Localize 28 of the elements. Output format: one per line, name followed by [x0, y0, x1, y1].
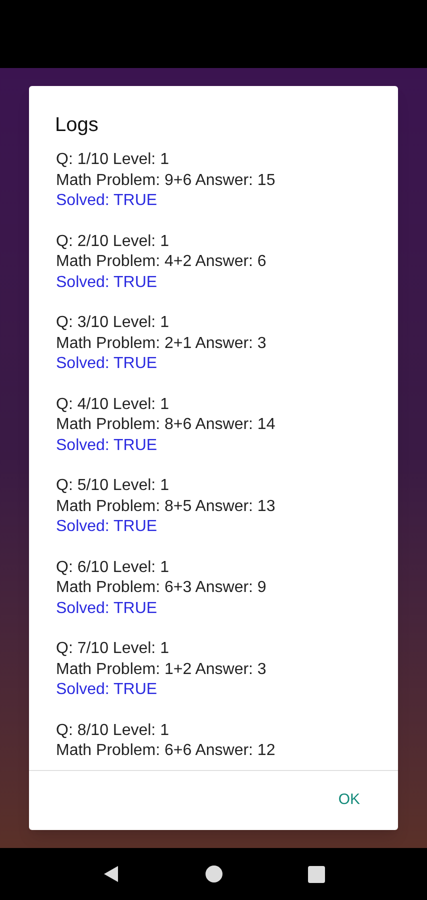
- log-problem: Math Problem: 2+1 Answer: 3: [56, 334, 268, 354]
- log-result: Solved: TRUE: [56, 436, 158, 456]
- log-question: Q: 6/10 Level: 1: [56, 558, 170, 578]
- log-problem: Math Problem: 8+6 Answer: 14: [56, 415, 276, 435]
- dialog-title: Logs: [54, 113, 100, 138]
- log-problem: Math Problem: 8+5 Answer: 13: [56, 496, 276, 516]
- log-problem: Math Problem: 9+6 Answer: 15: [56, 170, 276, 190]
- log-problem: Math Problem: 6+3 Answer: 9: [56, 578, 268, 598]
- log-problem: Math Problem: 1+2 Answer: 3: [56, 660, 268, 680]
- log-result: Solved: TRUE: [56, 598, 158, 618]
- log-question: Q: 3/10 Level: 1: [56, 313, 170, 333]
- log-question: Q: 4/10 Level: 1: [56, 394, 170, 414]
- log-question: Q: 8/10 Level: 1: [56, 720, 170, 740]
- back-icon[interactable]: [102, 865, 120, 883]
- log-result: Solved: TRUE: [56, 191, 158, 211]
- recents-icon[interactable]: [308, 866, 325, 882]
- log-result: Solved: TRUE: [56, 354, 158, 374]
- log-question: Q: 5/10 Level: 1: [56, 476, 170, 496]
- log-result: Solved: TRUE: [56, 680, 158, 700]
- log-problem: Math Problem: 6+6 Answer: 12: [56, 741, 276, 761]
- log-question: Q: 7/10 Level: 1: [56, 639, 170, 659]
- log-question: Q: 1/10 Level: 1: [56, 150, 170, 170]
- log-problem: Math Problem: 4+2 Answer: 6: [56, 252, 268, 272]
- home-icon[interactable]: [204, 865, 223, 883]
- log-result: Solved: TRUE: [56, 272, 158, 292]
- ok-button[interactable]: OK: [324, 781, 374, 820]
- log-result: Solved: TRUE: [56, 517, 158, 537]
- log-question: Q: 2/10 Level: 1: [56, 232, 170, 252]
